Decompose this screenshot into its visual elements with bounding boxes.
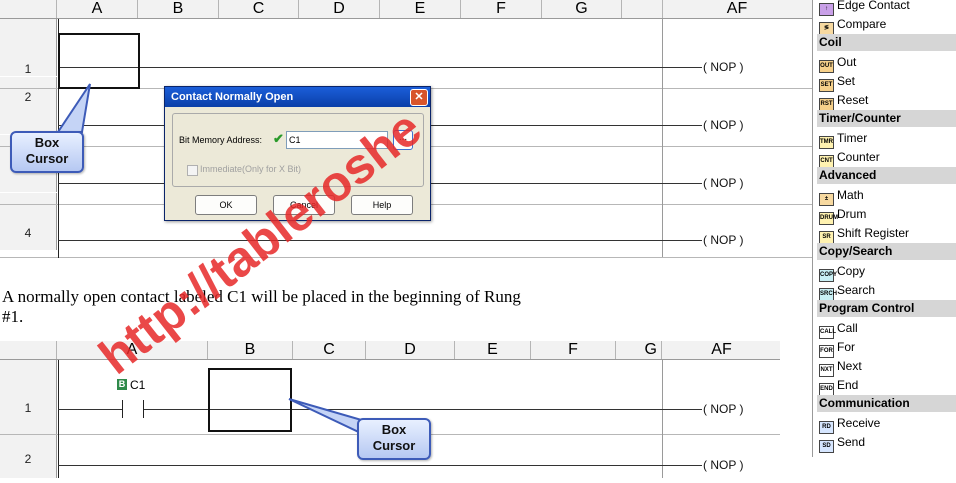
bottom-rung-wire-2 [58,465,702,466]
bottom-nop-coil-2[interactable]: ( NOP ) [703,458,743,472]
palette-item-label: Compare [837,17,887,31]
palette-item-copy[interactable]: COPYCopy [819,262,866,282]
palette-item-label: Copy [837,264,866,278]
palette-item-shift-register[interactable]: SR Shift Register [819,224,910,244]
palette-item-timer[interactable]: TMR Timer [819,129,868,149]
palette-item-label: End [837,378,859,392]
column-header-af[interactable]: AF [663,0,811,18]
contact-label: C1 [130,378,146,392]
column-header-d[interactable]: D [299,0,380,18]
palette-item-next[interactable]: NXT Next [819,357,862,377]
palette-item-send[interactable]: SD Send [819,433,866,453]
rung-wire-4 [58,240,702,241]
box-cursor-callout-bottom: Box Cursor [357,418,431,460]
close-icon[interactable]: ✕ [410,89,428,106]
palette-item-label: Drum [837,207,867,221]
palette-item-label: Timer [837,131,868,145]
bottom-column-header-e[interactable]: E [455,341,531,359]
instruction-text-line2: #1. [2,307,24,326]
bottom-left-power-rail [58,360,59,478]
palette-item-for[interactable]: FOR For [819,338,855,358]
bottom-row-number-1[interactable]: 1 [0,360,57,434]
instruction-palette: ↑ Edge Contact ≶ Compare Coil OUT Out SET Set RST… [812,0,956,457]
palette-item-search[interactable]: SRCHSearch [819,281,876,301]
box-cursor-callout-top: Box Cursor [10,131,84,173]
box-cursor-bottom[interactable] [208,368,292,432]
ok-button[interactable]: OK [195,195,257,215]
send-icon: SD [819,440,834,453]
palette-category-coil: Coil [817,34,956,51]
palette-item-end[interactable]: END End [819,376,859,396]
palette-item-call[interactable]: CALLCall [819,319,858,339]
palette-item-label: Shift Register [837,226,910,240]
bottom-column-header-d[interactable]: D [366,341,455,359]
palette-category-advanced: Advanced [817,167,956,184]
palette-item-label: Next [837,359,862,373]
palette-item-compare[interactable]: ≶ Compare [819,15,887,35]
row-number-4[interactable]: 4 [0,193,57,250]
bottom-column-header-g[interactable]: G [616,341,662,359]
immediate-checkbox[interactable] [187,165,198,176]
normally-open-contact[interactable] [122,400,144,418]
column-header-e[interactable]: E [380,0,461,18]
palette-item-label: For [837,340,855,354]
palette-item-drum[interactable]: DRUMDrum [819,205,867,225]
bottom-column-header-c[interactable]: C [293,341,366,359]
row-number-1[interactable]: 1 [0,19,57,76]
column-header-g[interactable]: G [542,0,622,18]
palette-item-label: Call [837,321,858,335]
rung-wire-1 [58,67,702,68]
nop-coil-4[interactable]: ( NOP ) [703,233,743,247]
palette-item-label: Out [837,55,857,69]
immediate-label: Immediate(Only for X Bit) [200,164,302,174]
palette-item-label: Search [837,283,876,297]
bottom-row-number-2[interactable]: 2 [0,435,57,478]
column-header-c[interactable]: C [219,0,299,18]
palette-item-receive[interactable]: RD Receive [819,414,881,434]
bottom-column-header-f[interactable]: F [531,341,616,359]
palette-item-label: Counter [837,150,880,164]
palette-item-counter[interactable]: CNT Counter [819,148,880,168]
bottom-rung-wire-1a [58,409,122,410]
palette-item-label: Set [837,74,856,88]
palette-item-label: Math [837,188,864,202]
palette-item-edge-contact[interactable]: ↑ Edge Contact [819,0,910,16]
palette-item-math[interactable]: ± Math [819,186,864,206]
palette-category-program-control: Program Control [817,300,956,317]
nop-coil-3[interactable]: ( NOP ) [703,176,743,190]
palette-item-label: Receive [837,416,881,430]
palette-item-label: Edge Contact [837,0,910,12]
column-header-a[interactable]: A [57,0,138,18]
nop-coil-1[interactable]: ( NOP ) [703,60,743,74]
instruction-text-line1: A normally open contact labeled C1 will … [2,287,521,306]
address-label: Bit Memory Address: [179,135,263,145]
checkmark-icon: ✔ [273,131,284,146]
nop-coil-2[interactable]: ( NOP ) [703,118,743,132]
palette-category-timer-counter: Timer/Counter [817,110,956,127]
column-header-b[interactable]: B [138,0,219,18]
palette-item-label: Reset [837,93,869,107]
palette-item-reset[interactable]: RST Reset [819,91,869,111]
palette-category-communication: Communication [817,395,956,412]
bottom-nop-coil-1[interactable]: ( NOP ) [703,402,743,416]
palette-category-copy-search: Copy/Search [817,243,956,260]
palette-item-label: Send [837,435,866,449]
column-header-f[interactable]: F [461,0,542,18]
palette-item-set[interactable]: SET Set [819,72,856,92]
bottom-column-header-b[interactable]: B [208,341,293,359]
dialog-title: Contact Normally Open [171,91,294,103]
bottom-column-header-af[interactable]: AF [663,341,780,359]
palette-item-out[interactable]: OUT Out [819,53,857,73]
